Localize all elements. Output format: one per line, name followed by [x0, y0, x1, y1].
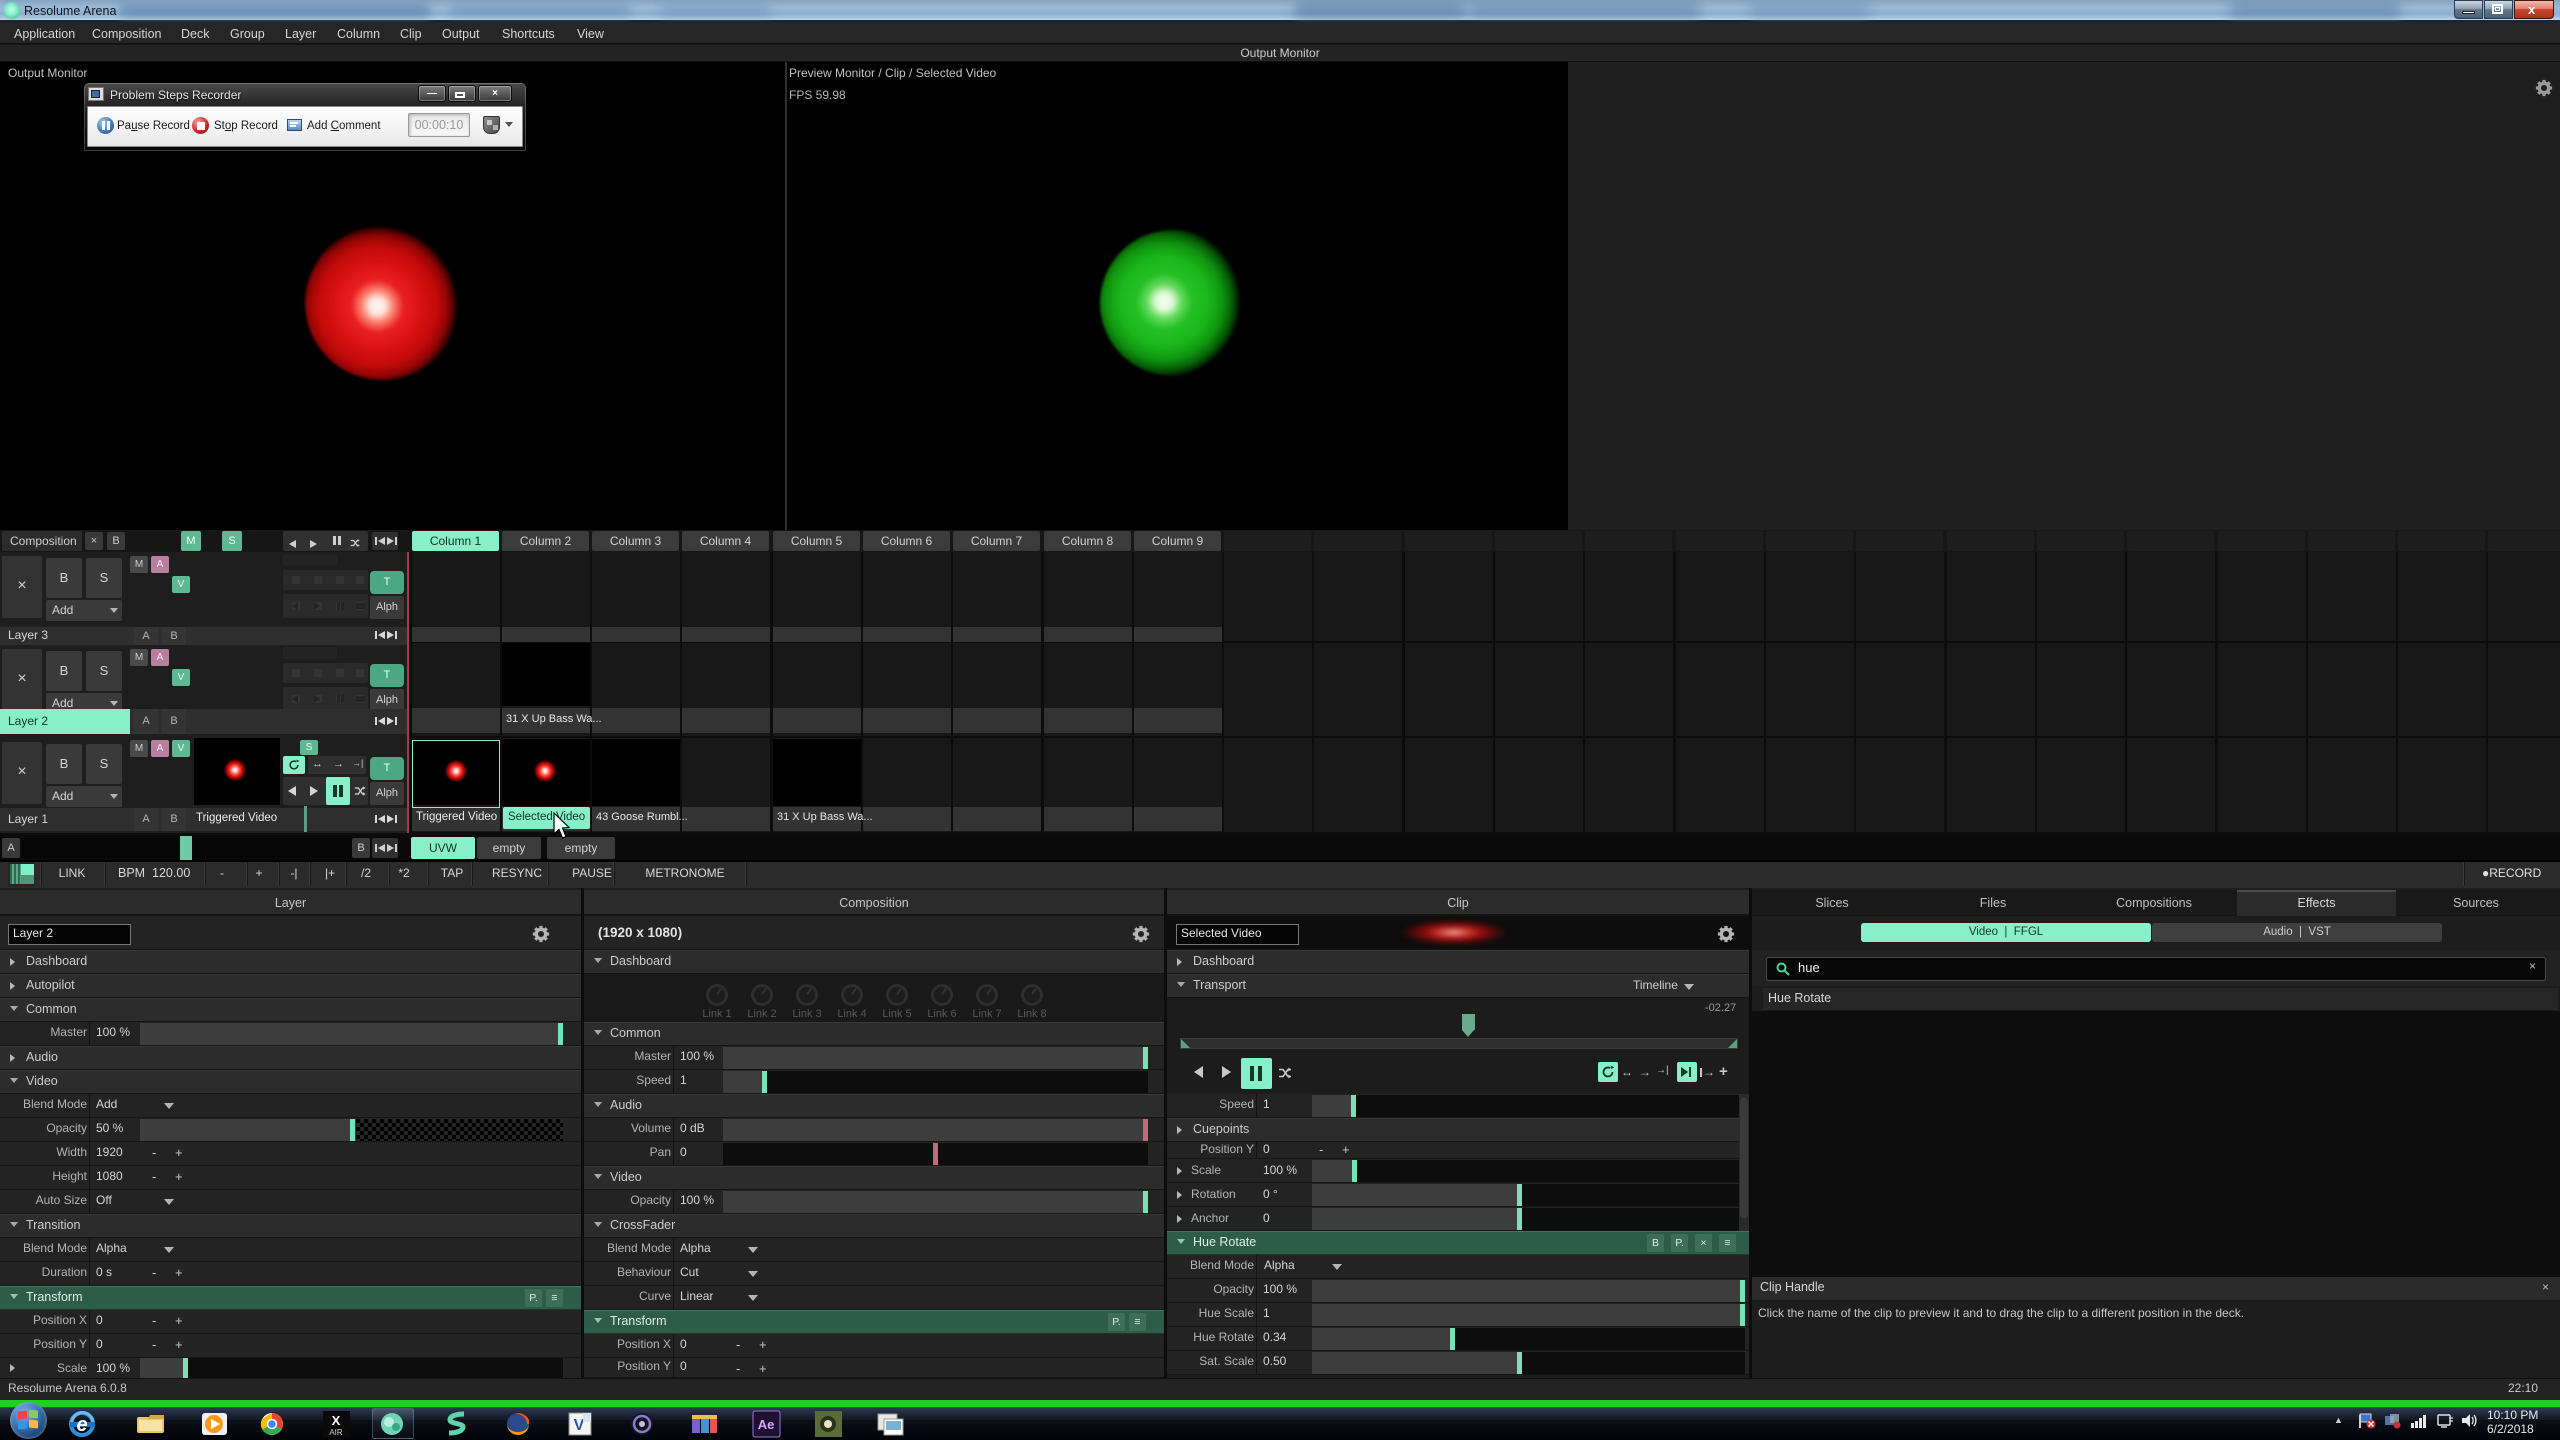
- svg-text:AIR: AIR: [329, 1428, 343, 1437]
- svg-text:Ae: Ae: [758, 1417, 775, 1432]
- svg-text:X: X: [332, 1413, 341, 1428]
- svg-text:e: e: [76, 1414, 87, 1436]
